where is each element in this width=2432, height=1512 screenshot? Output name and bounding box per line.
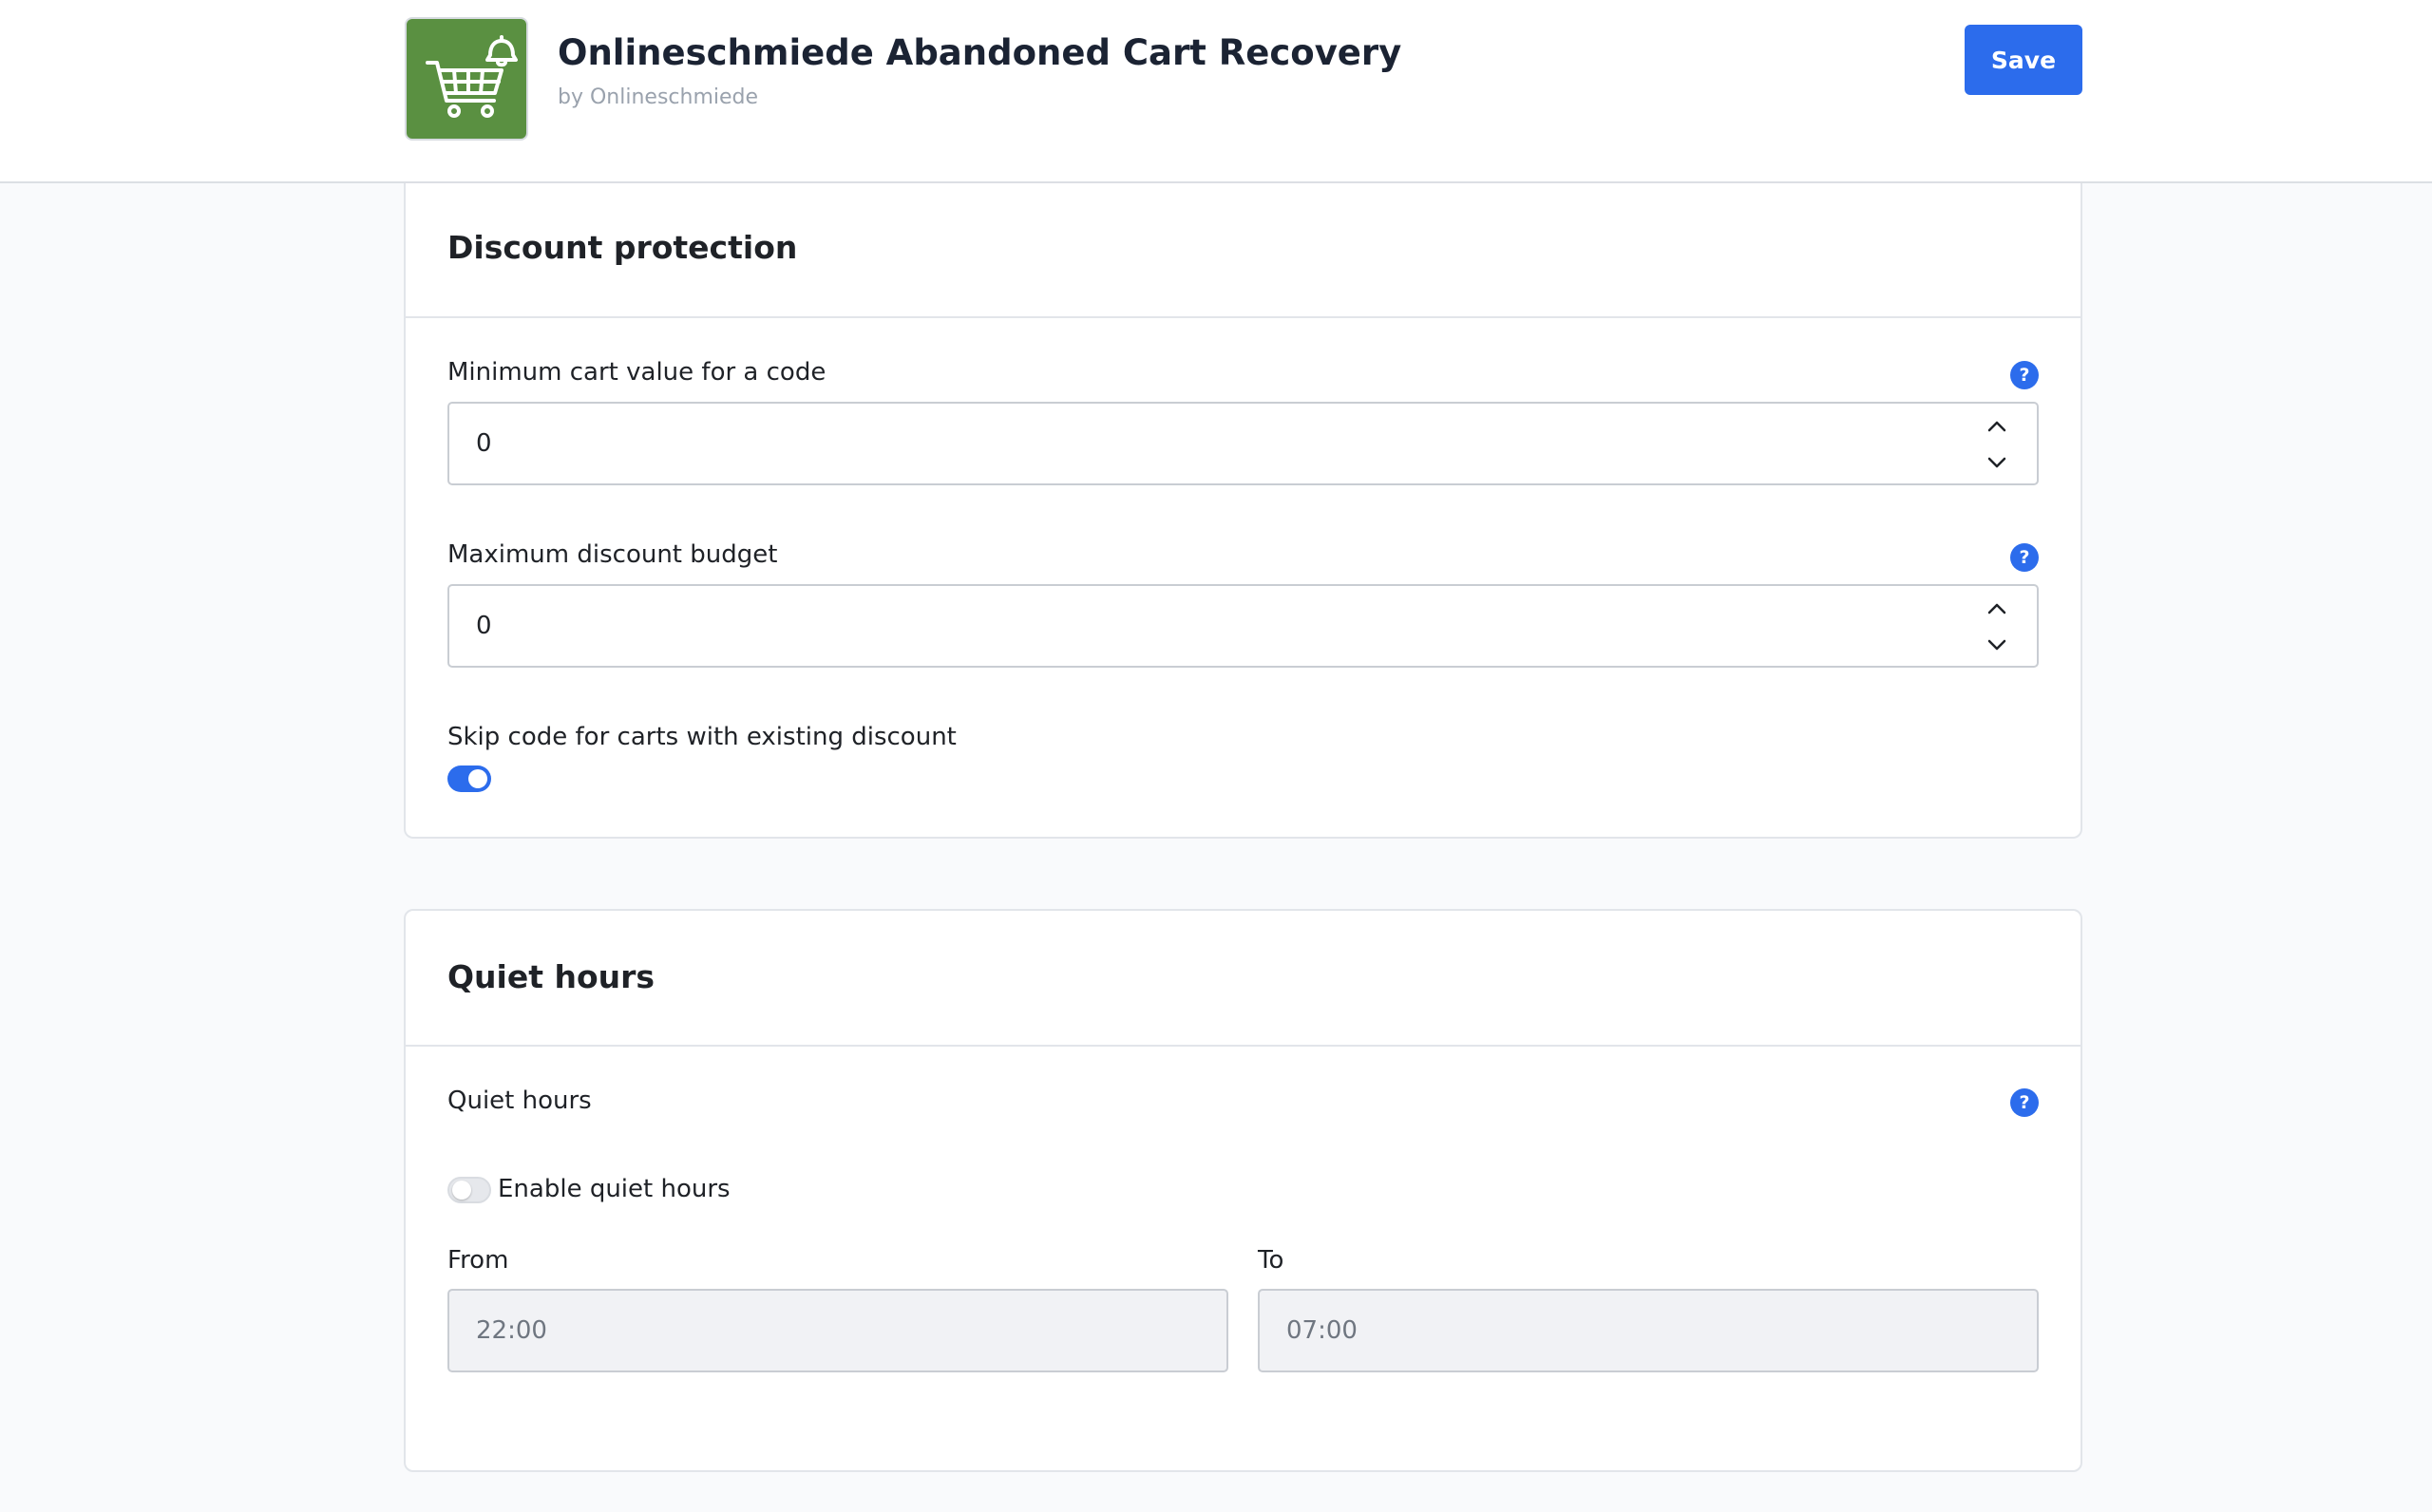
min-cart-value-field[interactable]	[476, 404, 1901, 483]
chevron-down-icon[interactable]	[1986, 453, 2008, 472]
app-vendor: by Onlineschmiede	[558, 85, 759, 109]
app-header: Onlineschmiede Abandoned Cart Recovery b…	[0, 0, 2432, 183]
question-mark-icon[interactable]: ?	[2010, 361, 2039, 389]
question-mark-icon[interactable]: ?	[2010, 1088, 2039, 1117]
toggle-knob	[468, 769, 487, 788]
skip-existing-discount-label: Skip code for carts with existing discou…	[447, 723, 957, 751]
max-discount-budget-field[interactable]	[476, 586, 1901, 666]
chevron-up-icon[interactable]	[1986, 417, 2008, 436]
max-discount-budget-input[interactable]	[447, 584, 2039, 668]
min-cart-value-input[interactable]	[447, 402, 2039, 485]
discount-protection-card: Discount protection Minimum cart value f…	[404, 183, 2082, 839]
discount-protection-header: Discount protection	[406, 183, 2080, 318]
discount-protection-title: Discount protection	[447, 229, 798, 266]
to-time-input[interactable]	[1258, 1289, 2039, 1372]
to-time-field[interactable]	[1286, 1291, 2008, 1370]
enable-quiet-hours-toggle[interactable]	[447, 1177, 491, 1203]
question-mark-icon[interactable]: ?	[2010, 543, 2039, 572]
toggle-knob	[452, 1181, 471, 1200]
quiet-hours-card: Quiet hours Quiet hours ? Enable quiet h…	[404, 909, 2082, 1472]
from-time-input[interactable]	[447, 1289, 1228, 1372]
quiet-hours-field-label: Quiet hours	[447, 1087, 592, 1115]
skip-existing-discount-toggle[interactable]	[447, 765, 491, 792]
chevron-up-icon[interactable]	[1986, 599, 2008, 618]
save-button[interactable]: Save	[1965, 25, 2082, 95]
max-discount-budget-label: Maximum discount budget	[447, 540, 778, 569]
chevron-down-icon[interactable]	[1986, 635, 2008, 654]
from-label: From	[447, 1246, 509, 1275]
quiet-hours-header: Quiet hours	[406, 911, 2080, 1047]
min-cart-value-label: Minimum cart value for a code	[447, 358, 826, 387]
shopping-cart-bell-icon	[405, 17, 528, 141]
app-title: Onlineschmiede Abandoned Cart Recovery	[558, 32, 1402, 73]
to-label: To	[1258, 1246, 1284, 1275]
enable-quiet-hours-label: Enable quiet hours	[498, 1175, 731, 1203]
from-time-field[interactable]	[476, 1291, 1198, 1370]
quiet-hours-title: Quiet hours	[447, 958, 656, 995]
